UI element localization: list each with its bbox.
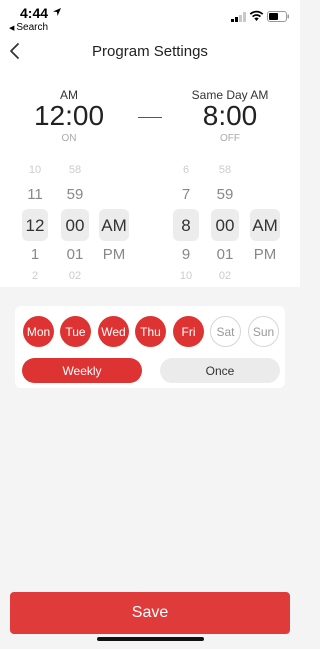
end-minute-option[interactable]: 01: [210, 246, 240, 263]
end-time-display: 8:00: [202, 100, 258, 131]
end-state-label: OFF: [220, 133, 240, 144]
start-minute-option[interactable]: 59: [60, 186, 90, 203]
start-ampm-wheel[interactable]: AM PM: [98, 160, 130, 285]
day-toggle-sat[interactable]: Sat: [210, 316, 241, 347]
end-minute-option[interactable]: 59: [210, 186, 240, 203]
start-minute-option[interactable]: 01: [60, 246, 90, 263]
page-title: Program Settings: [92, 43, 208, 60]
start-minute-wheel[interactable]: 58 59 00 01 02: [60, 160, 90, 285]
end-hour-option-selected[interactable]: 8: [171, 216, 201, 236]
weekly-button[interactable]: Weekly: [22, 358, 142, 383]
once-button[interactable]: Once: [160, 358, 280, 383]
battery-icon: [267, 11, 289, 22]
day-toggle-fri[interactable]: Fri: [173, 316, 204, 347]
day-toggle-mon[interactable]: Mon: [23, 316, 54, 347]
end-ampm-wheel[interactable]: AM PM: [249, 160, 281, 285]
start-hour-option-selected[interactable]: 12: [20, 216, 50, 236]
start-minute-option[interactable]: 58: [60, 164, 90, 176]
start-time-display: 12:00: [33, 100, 105, 131]
status-bar: 4:44 ◀ Search: [0, 0, 300, 36]
back-app-label: Search: [16, 22, 49, 33]
end-minute-wheel[interactable]: 58 59 00 01 02: [210, 160, 240, 285]
end-ampm-option[interactable]: PM: [249, 246, 281, 263]
start-state-label: ON: [61, 133, 77, 144]
time-range-separator: [138, 117, 162, 118]
start-minute-option-selected[interactable]: 00: [60, 216, 90, 236]
cellular-signal-icon: [231, 12, 246, 22]
end-hour-option[interactable]: 10: [171, 270, 201, 282]
day-toggle-thu[interactable]: Thu: [135, 316, 166, 347]
end-hour-wheel[interactable]: 6 7 8 9 10: [171, 160, 201, 285]
start-hour-option[interactable]: 10: [20, 164, 50, 176]
end-minute-option[interactable]: 58: [210, 164, 240, 176]
status-time: 4:44: [20, 5, 49, 21]
start-hour-option[interactable]: 2: [20, 270, 50, 282]
day-toggle-tue[interactable]: Tue: [60, 316, 91, 347]
end-hour-option[interactable]: 7: [171, 186, 201, 203]
end-minute-option-selected[interactable]: 00: [210, 216, 240, 236]
wifi-icon: [249, 10, 264, 21]
back-triangle-icon: ◀: [9, 25, 15, 32]
start-minute-option[interactable]: 02: [60, 270, 90, 282]
day-toggle-wed[interactable]: Wed: [98, 316, 129, 347]
end-hour-option[interactable]: 9: [171, 246, 201, 263]
location-arrow-icon: [53, 8, 61, 16]
back-to-app-link[interactable]: ◀ Search: [9, 22, 48, 33]
start-hour-option[interactable]: 11: [20, 186, 50, 203]
end-minute-option[interactable]: 02: [210, 270, 240, 282]
end-ampm-option-selected[interactable]: AM: [249, 216, 281, 236]
day-toggle-sun[interactable]: Sun: [248, 316, 279, 347]
start-hour-wheel[interactable]: 10 11 12 1 2: [20, 160, 50, 285]
save-button[interactable]: Save: [10, 592, 290, 634]
start-ampm-option-selected[interactable]: AM: [98, 216, 130, 236]
start-hour-option[interactable]: 1: [20, 246, 50, 263]
start-ampm-option[interactable]: PM: [98, 246, 130, 263]
end-hour-option[interactable]: 6: [171, 164, 201, 176]
home-indicator: [97, 637, 204, 641]
